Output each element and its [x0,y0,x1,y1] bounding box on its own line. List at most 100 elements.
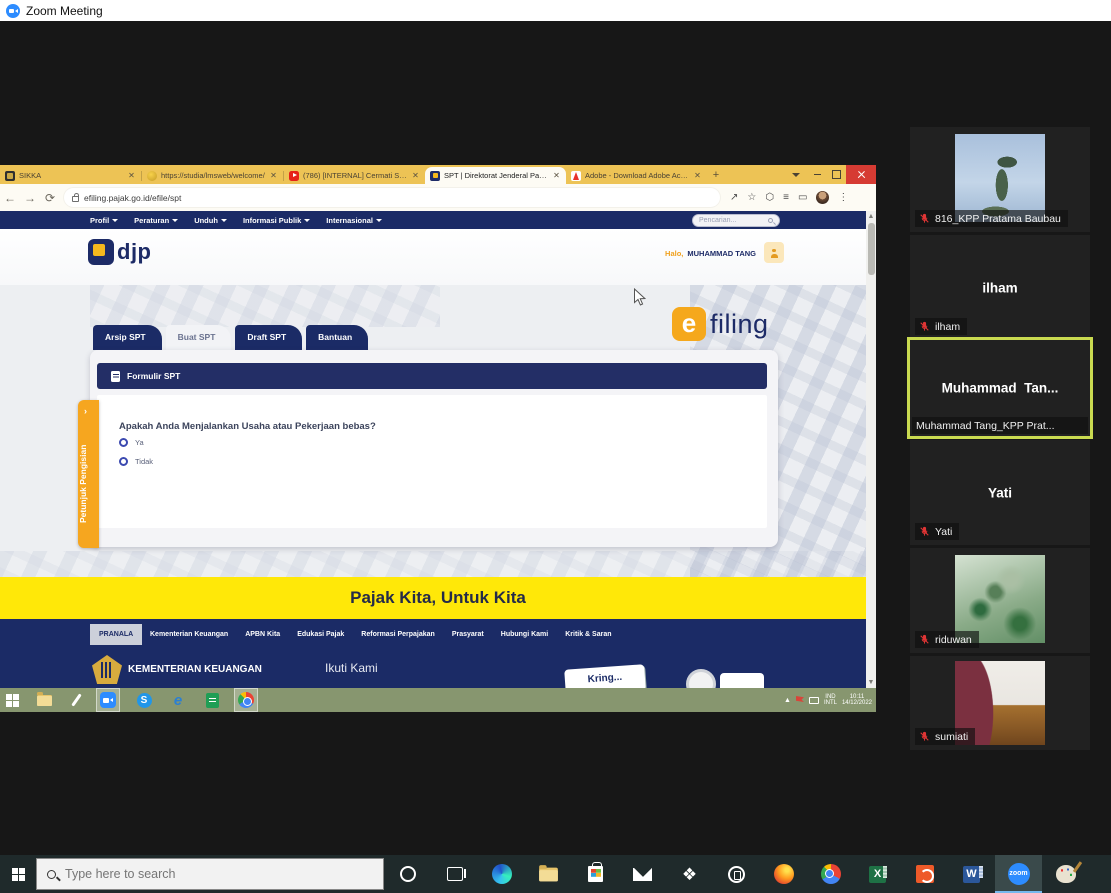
scrollbar-thumb[interactable] [868,223,875,275]
microsoft-store-icon[interactable] [572,855,619,893]
browser-tab-spt-active[interactable]: SPT | Direktorat Jenderal Pajak ✕ [425,167,566,184]
inner-start-button[interactable] [0,688,24,712]
chrome-icon[interactable] [807,855,854,893]
start-button[interactable] [0,855,36,893]
dropbox-icon[interactable]: ❖ [666,855,713,893]
participant-label: Muhammad Tang_KPP Prat... [912,417,1088,434]
footer-link-kritik[interactable]: Kritik & Saran [565,631,611,638]
tray-expand-icon[interactable]: ▲ [784,697,791,704]
tab-arsip-spt[interactable]: Arsip SPT [93,325,162,350]
edge-icon[interactable] [478,855,525,893]
tab-close-icon[interactable]: ✕ [127,171,136,180]
footer-link-prasyarat[interactable]: Prasyarat [452,631,484,638]
participant-tile-sumiati[interactable]: sumiati [910,656,1090,750]
clock[interactable]: 10:11 14/12/2022 [842,694,872,707]
user-account-button[interactable] [764,242,784,263]
tab-draft-spt[interactable]: Draft SPT [235,325,302,350]
footer-link-hubungi[interactable]: Hubungi Kami [501,631,548,638]
extensions-icon[interactable]: ⬡ [765,192,774,203]
participant-tile-muhammad-tang-active-speaker[interactable]: Muhammad Tan... Muhammad Tang_KPP Prat..… [910,340,1090,436]
mail-icon[interactable] [619,855,666,893]
excel-icon[interactable]: X [854,855,901,893]
window-minimize-button[interactable] [808,165,826,184]
footer-link-edukasi[interactable]: Edukasi Pajak [297,631,344,638]
participant-label: ilham [915,318,967,335]
menu-kebab-icon[interactable]: ⋮ [838,192,848,203]
refresh-icon[interactable]: ⟳ [40,191,60,205]
inner-skype-icon[interactable]: S [132,688,156,712]
firefox-icon[interactable] [760,855,807,893]
efiling-page: Profil Peraturan Unduh Informasi Publik … [0,211,876,688]
ring-app-icon[interactable] [713,855,760,893]
nav-internasional[interactable]: Internasional [326,216,382,225]
participant-tile-kpp-baubau[interactable]: 816_KPP Pratama Baubau [910,127,1090,232]
zoom-taskbar-icon[interactable]: zoom [995,855,1042,893]
inner-file-explorer-icon[interactable] [32,688,56,712]
slogan-banner: Pajak Kita, Untuk Kita [0,577,876,619]
window-restore-button[interactable] [827,165,845,184]
djp-logo[interactable]: djp [88,239,152,265]
file-explorer-icon[interactable] [525,855,572,893]
footer-link-apbn[interactable]: APBN Kita [245,631,280,638]
inner-ie-icon[interactable]: e [166,688,190,712]
inner-zoom-app-icon[interactable] [96,688,120,712]
side-panel-icon[interactable]: ▭ [798,192,807,203]
browser-tab-sikka[interactable]: SIKKA ✕ [0,167,141,184]
tab-bantuan[interactable]: Bantuan [306,325,368,350]
muted-mic-icon [919,731,930,742]
participant-tile-ilham[interactable]: ilham ilham [910,235,1090,340]
inner-sheets-icon[interactable] [200,688,224,712]
task-view-icon[interactable] [431,855,478,893]
tab-buat-spt[interactable]: Buat SPT [166,325,232,350]
bookmark-star-icon[interactable]: ☆ [747,192,756,203]
paint-icon[interactable] [1042,855,1089,893]
pdf-app-icon[interactable] [901,855,948,893]
taskbar-search[interactable] [36,858,384,890]
tab-close-icon[interactable]: ✕ [411,171,420,180]
petunjuk-pengisian-tab[interactable]: › Petunjuk Pengisian [78,400,99,548]
new-tab-button[interactable]: + [707,167,725,184]
radio-tidak[interactable] [119,457,128,466]
scroll-down-icon[interactable]: ▼ [866,677,876,688]
tab-close-icon[interactable]: ✕ [693,171,702,180]
participant-tile-yati[interactable]: Yati Yati [910,440,1090,545]
word-icon[interactable]: W [948,855,995,893]
tab-search-chevron-icon[interactable] [784,165,808,184]
profile-avatar[interactable] [816,191,829,204]
site-search-box[interactable]: Pencarian... [692,214,780,227]
tab-close-icon[interactable]: ✕ [552,171,561,180]
address-bar[interactable]: efiling.pajak.go.id/efile/spt [64,188,720,207]
nav-unduh[interactable]: Unduh [194,216,227,225]
option-ya[interactable]: Ya [119,438,144,447]
scroll-up-icon[interactable]: ▲ [866,211,876,222]
formulir-header: Formulir SPT [97,363,767,389]
participant-tile-riduwan[interactable]: riduwan [910,548,1090,653]
taskbar-search-input[interactable] [65,867,345,881]
reading-list-icon[interactable]: ≡ [783,192,789,203]
nav-profil[interactable]: Profil [90,216,118,225]
inner-chrome-icon[interactable] [234,688,258,712]
pranala-label: PRANALA [90,624,142,645]
question-text: Apakah Anda Menjalankan Usaha atau Peker… [119,421,376,432]
browser-tab-youtube[interactable]: (786) [INTERNAL] Cermati SIAP L ✕ [284,167,425,184]
option-tidak[interactable]: Tidak [119,457,153,466]
formulir-card: Formulir SPT Apakah Anda Menjalankan Usa… [90,350,778,547]
share-icon[interactable]: ↗ [730,192,738,203]
back-icon[interactable]: ← [0,191,20,205]
inner-stylus-icon[interactable] [64,688,88,712]
page-scrollbar[interactable]: ▲ ▼ [866,211,876,688]
language-indicator[interactable]: IND INTL [824,694,837,707]
nav-informasi-publik[interactable]: Informasi Publik [243,216,310,225]
footer-link-kemenkeu[interactable]: Kementerian Keuangan [150,631,228,638]
kemenkeu-logo-row: KEMENTERIAN KEUANGAN [92,655,262,684]
window-close-button[interactable] [846,165,876,184]
cortana-icon[interactable] [384,855,431,893]
forward-icon[interactable]: → [20,191,40,205]
footer-link-reformasi[interactable]: Reformasi Perpajakan [361,631,435,638]
browser-tab-lms[interactable]: https://studia/lmsweb/welcome/ ✕ [142,167,283,184]
radio-ya[interactable] [119,438,128,447]
browser-tab-adobe[interactable]: Adobe - Download Adobe Acrob ✕ [566,167,707,184]
nav-peraturan[interactable]: Peraturan [134,216,178,225]
tab-close-icon[interactable]: ✕ [269,171,278,180]
djp-favicon [430,171,440,181]
